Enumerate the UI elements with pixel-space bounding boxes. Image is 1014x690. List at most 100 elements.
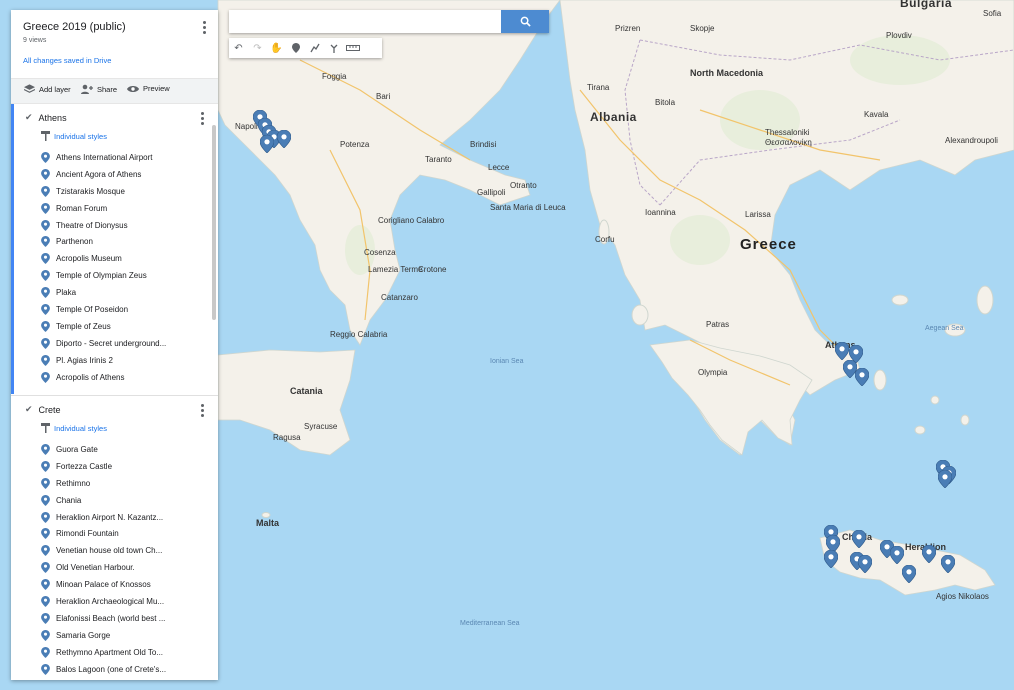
search-input[interactable] xyxy=(229,10,511,33)
city-label: Θεσσαλονίκη xyxy=(765,138,812,147)
add-layer-button[interactable]: Add layer xyxy=(24,84,71,94)
map-pin[interactable] xyxy=(824,550,838,568)
place-list-item[interactable]: Temple of Zeus xyxy=(41,318,166,335)
place-name: Rethimno xyxy=(56,478,91,488)
place-list-item[interactable]: Samaria Gorge xyxy=(41,627,166,644)
location-pin-icon xyxy=(41,477,50,489)
place-list-item[interactable]: Diporto - Secret underground... xyxy=(41,335,166,352)
place-list-item[interactable]: Athens International Airport xyxy=(41,149,166,166)
layer-options-icon[interactable] xyxy=(201,404,205,418)
place-list-item[interactable]: Rethimno xyxy=(41,475,166,492)
map-pin[interactable] xyxy=(938,470,952,488)
city-label: Sofia xyxy=(983,9,1002,18)
map-pin[interactable] xyxy=(260,135,274,153)
place-name: Samaria Gorge xyxy=(56,630,111,640)
place-list-item[interactable]: Venetian house old town Ch... xyxy=(41,542,166,559)
place-list-item[interactable]: Acropolis Museum xyxy=(41,250,166,267)
marker-icon[interactable] xyxy=(286,38,305,58)
paint-roller-icon xyxy=(41,131,50,141)
directions-icon[interactable] xyxy=(324,38,343,58)
layer-name[interactable]: Crete xyxy=(39,405,61,415)
city-label: Taranto xyxy=(425,155,452,164)
country-label-malta: Malta xyxy=(256,518,280,528)
place-list-item[interactable]: Minoan Palace of Knossos xyxy=(41,576,166,593)
location-pin-icon xyxy=(41,270,50,282)
checkbox-checked-icon[interactable]: ✔ xyxy=(25,404,33,415)
map-pin[interactable] xyxy=(852,530,866,548)
country-label-bulgaria: Bulgaria xyxy=(900,0,953,10)
layer-header: ✔ Athens xyxy=(25,112,67,123)
search-icon xyxy=(520,16,531,27)
city-label: Syracuse xyxy=(304,422,338,431)
redo-icon[interactable]: ↷ xyxy=(248,38,267,58)
place-list-item[interactable]: Plaka xyxy=(41,284,166,301)
place-list-item[interactable]: Temple Of Poseidon xyxy=(41,301,166,318)
map-title[interactable]: Greece 2019 (public) xyxy=(23,21,126,33)
layer-items: Guora Gate Fortezza Castle Rethimno Chania H… xyxy=(41,441,166,677)
ruler-icon[interactable] xyxy=(343,38,363,58)
location-pin-icon xyxy=(41,371,50,383)
place-list-item[interactable]: Tzistarakis Mosque xyxy=(41,183,166,200)
layer-name[interactable]: Athens xyxy=(39,113,67,123)
place-list-item[interactable]: Acropolis of Athens xyxy=(41,369,166,386)
search-button[interactable] xyxy=(501,10,549,33)
place-list-item[interactable]: Roman Forum xyxy=(41,200,166,217)
map-toolbar: ↶ ↷ ✋ xyxy=(229,38,382,58)
map-pin[interactable] xyxy=(902,565,916,583)
place-list-item[interactable]: Temple of Olympian Zeus xyxy=(41,267,166,284)
preview-button[interactable]: Preview xyxy=(127,84,170,93)
individual-styles-link[interactable]: Individual styles xyxy=(41,131,107,141)
city-label: Lecce xyxy=(488,163,510,172)
city-label: Gallipoli xyxy=(477,188,506,197)
location-pin-icon xyxy=(41,528,50,540)
eye-icon xyxy=(127,85,139,92)
place-name: Pl. Agias Irinis 2 xyxy=(56,355,113,365)
location-pin-icon xyxy=(41,562,50,574)
map-pin[interactable] xyxy=(835,342,849,360)
undo-icon[interactable]: ↶ xyxy=(229,38,248,58)
checkbox-checked-icon[interactable]: ✔ xyxy=(25,112,33,123)
place-list-item[interactable]: Old Venetian Harbour. xyxy=(41,559,166,576)
place-list-item[interactable]: Heraklion Archaeological Mu... xyxy=(41,593,166,610)
layer-options-icon[interactable] xyxy=(201,112,205,126)
draw-line-icon[interactable] xyxy=(305,38,324,58)
sea-label-mediterranean: Mediterranean Sea xyxy=(460,620,520,627)
map-pin[interactable] xyxy=(858,555,872,573)
city-label: Tirana xyxy=(587,83,610,92)
map-options-icon[interactable] xyxy=(203,21,207,35)
city-label: Brindisi xyxy=(470,140,497,149)
map-pin[interactable] xyxy=(941,555,955,573)
place-name: Heraklion Airport N. Kazantz... xyxy=(56,512,164,522)
location-pin-icon xyxy=(41,612,50,624)
place-list-item[interactable]: Balos Lagoon (one of Crete's... xyxy=(41,661,166,678)
place-list-item[interactable]: Pl. Agias Irinis 2 xyxy=(41,352,166,369)
map-pin[interactable] xyxy=(922,545,936,563)
location-pin-icon xyxy=(41,354,50,366)
location-pin-icon xyxy=(41,303,50,315)
place-list-item[interactable]: Rethymno Apartment Old To... xyxy=(41,644,166,661)
place-list-item[interactable]: Parthenon xyxy=(41,233,166,250)
map-pin[interactable] xyxy=(855,368,869,386)
place-list-item[interactable]: Chania xyxy=(41,492,166,509)
place-list-item[interactable]: Elafonissi Beach (world best ... xyxy=(41,610,166,627)
location-pin-icon xyxy=(41,253,50,265)
city-label: Ioannina xyxy=(645,208,676,217)
city-label: Ragusa xyxy=(273,433,301,442)
add-person-icon xyxy=(81,84,93,94)
place-list-item[interactable]: Rimondi Fountain xyxy=(41,525,166,542)
place-list-item[interactable]: Guora Gate xyxy=(41,441,166,458)
individual-styles-link[interactable]: Individual styles xyxy=(41,423,107,433)
panel-scrollbar[interactable] xyxy=(212,125,216,320)
map-pin[interactable] xyxy=(277,130,291,148)
place-name: Roman Forum xyxy=(56,203,108,213)
city-label: Reggio Calabria xyxy=(330,330,388,339)
map-pin[interactable] xyxy=(890,546,904,564)
place-list-item[interactable]: Heraklion Airport N. Kazantz... xyxy=(41,509,166,526)
preview-label: Preview xyxy=(143,84,170,93)
place-list-item[interactable]: Fortezza Castle xyxy=(41,458,166,475)
share-button[interactable]: Share xyxy=(81,84,117,94)
location-pin-icon xyxy=(41,460,50,472)
place-list-item[interactable]: Theatre of Dionysus xyxy=(41,217,166,234)
place-list-item[interactable]: Ancient Agora of Athens xyxy=(41,166,166,183)
hand-icon[interactable]: ✋ xyxy=(267,38,286,58)
